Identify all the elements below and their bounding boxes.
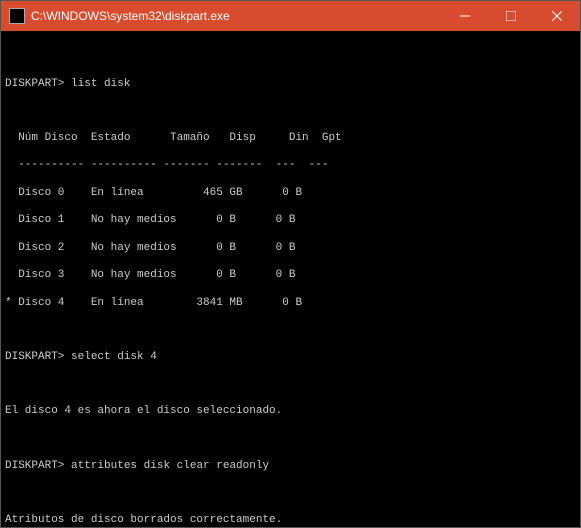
cmd-line: DISKPART> list disk	[5, 78, 576, 92]
window-controls	[442, 1, 580, 31]
command: select disk 4	[71, 351, 157, 363]
minimize-button[interactable]	[442, 1, 488, 31]
console-output[interactable]: DISKPART> list disk Núm Disco Estado Tam…	[1, 31, 580, 527]
minimize-icon	[460, 11, 470, 21]
disk-row: Disco 0 En línea 465 GB 0 B	[5, 187, 576, 201]
maximize-button[interactable]	[488, 1, 534, 31]
disk-row: Disco 3 No hay medios 0 B 0 B	[5, 269, 576, 283]
prompt: DISKPART>	[5, 78, 64, 90]
cmd-line: DISKPART> select disk 4	[5, 351, 576, 365]
titlebar[interactable]: C:\WINDOWS\system32\diskpart.exe	[1, 1, 580, 31]
prompt: DISKPART>	[5, 351, 64, 363]
window-title: C:\WINDOWS\system32\diskpart.exe	[31, 9, 442, 23]
cmd-line: DISKPART> attributes disk clear readonly	[5, 460, 576, 474]
message: El disco 4 es ahora el disco seleccionad…	[5, 405, 576, 419]
close-button[interactable]	[534, 1, 580, 31]
disk-sep: ---------- ---------- ------- ------- --…	[5, 159, 576, 173]
command: attributes disk clear readonly	[71, 460, 269, 472]
disk-row: Disco 2 No hay medios 0 B 0 B	[5, 242, 576, 256]
console-window: C:\WINDOWS\system32\diskpart.exe DISKPAR…	[0, 0, 581, 528]
disk-header: Núm Disco Estado Tamaño Disp Din Gpt	[5, 132, 576, 146]
message: Atributos de disco borrados correctament…	[5, 514, 576, 527]
close-icon	[552, 11, 562, 21]
disk-row: * Disco 4 En línea 3841 MB 0 B	[5, 297, 576, 311]
command: list disk	[71, 78, 130, 90]
maximize-icon	[506, 11, 516, 21]
disk-row: Disco 1 No hay medios 0 B 0 B	[5, 214, 576, 228]
prompt: DISKPART>	[5, 460, 64, 472]
app-icon	[9, 8, 25, 24]
